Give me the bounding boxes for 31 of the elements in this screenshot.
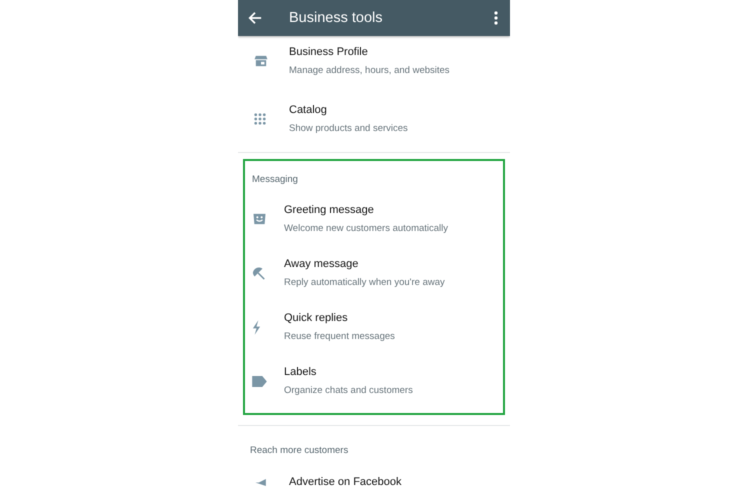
item-title: Greeting message bbox=[284, 203, 374, 217]
list-item[interactable]: Advertise on Facebook bbox=[238, 466, 510, 500]
item-title: Away message bbox=[284, 257, 358, 271]
item-title: Catalog bbox=[289, 103, 327, 117]
back-arrow-icon[interactable] bbox=[248, 11, 262, 25]
more-menu-icon[interactable] bbox=[494, 11, 498, 25]
item-description: Reply automatically when you're away bbox=[284, 276, 445, 289]
lightning-icon bbox=[252, 320, 261, 334]
smiley-card-icon bbox=[252, 213, 267, 225]
tag-icon bbox=[252, 376, 267, 386]
list-item[interactable]: Greeting message Welcome new customers automatically bbox=[245, 195, 503, 249]
item-description: Manage address, hours, and websites bbox=[289, 64, 450, 77]
item-description: Welcome new customers automatically bbox=[284, 222, 448, 235]
section-header: Messaging bbox=[251, 173, 299, 187]
storefront-icon bbox=[254, 55, 268, 67]
list-item[interactable]: Business Profile Manage address, hours, and websites bbox=[238, 36, 510, 94]
item-title: Advertise on Facebook bbox=[289, 475, 402, 489]
section-header: Reach more customers bbox=[249, 444, 350, 458]
list-item[interactable]: Away message Reply automatically when you're away bbox=[245, 249, 503, 303]
grid-icon bbox=[254, 113, 266, 125]
list-item[interactable]: Quick replies Reuse frequent messages bbox=[245, 303, 503, 357]
item-description: Reuse frequent messages bbox=[284, 330, 395, 343]
item-title: Business Profile bbox=[289, 45, 368, 59]
item-title: Quick replies bbox=[284, 311, 348, 325]
item-description: Organize chats and customers bbox=[284, 384, 413, 397]
umbrella-icon bbox=[252, 266, 266, 280]
list-item[interactable]: Labels Organize chats and customers bbox=[245, 357, 503, 411]
list-item[interactable]: Catalog Show products and services bbox=[238, 94, 510, 152]
item-description: Show products and services bbox=[289, 122, 408, 135]
item-title: Labels bbox=[284, 365, 316, 379]
screen-title: Business tools bbox=[289, 10, 384, 26]
